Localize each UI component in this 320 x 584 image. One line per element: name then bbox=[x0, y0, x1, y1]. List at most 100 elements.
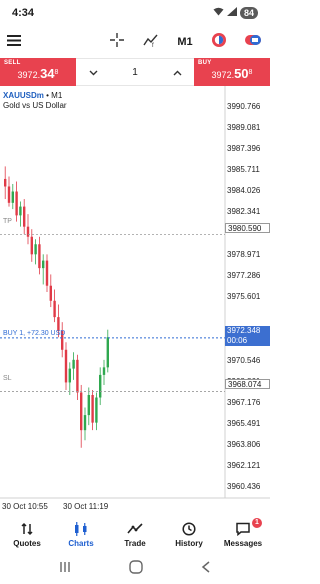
recent-apps-button[interactable] bbox=[59, 560, 71, 578]
one-click-trade-panel: SELL 3972.348 1 BUY 3972.508 bbox=[0, 58, 270, 86]
messages-icon bbox=[235, 521, 251, 537]
candle-body bbox=[19, 206, 22, 216]
sell-button[interactable]: SELL 3972.348 bbox=[0, 58, 76, 86]
price-axis-label: 3989.081 bbox=[227, 122, 261, 132]
signal-icon bbox=[226, 7, 237, 19]
sl-label: SL bbox=[3, 375, 12, 382]
nav-quotes[interactable]: Quotes bbox=[0, 516, 54, 552]
candle-body bbox=[80, 392, 83, 431]
candle-body bbox=[72, 359, 75, 369]
position-label: BUY 1, +72.30 USD bbox=[3, 330, 66, 337]
price-axis-label: 3987.396 bbox=[227, 143, 261, 153]
sell-label: SELL bbox=[4, 60, 21, 66]
buy-price: 3972.508 bbox=[211, 66, 253, 81]
candle-body bbox=[30, 236, 33, 255]
nav-history[interactable]: History bbox=[162, 516, 216, 552]
back-button[interactable] bbox=[201, 560, 211, 578]
crosshair-button[interactable] bbox=[100, 28, 134, 56]
candle-body bbox=[95, 397, 98, 423]
nav-trade-label: Trade bbox=[124, 538, 146, 548]
indicators-button[interactable]: f bbox=[134, 28, 168, 56]
candle-body bbox=[4, 178, 7, 187]
nav-messages[interactable]: 1 Messages bbox=[216, 516, 270, 552]
price-axis-label: 3977.286 bbox=[227, 270, 261, 280]
chart-description: Gold vs US Dollar bbox=[3, 101, 67, 110]
nav-messages-label: Messages bbox=[223, 538, 263, 548]
candle-body bbox=[106, 337, 109, 368]
chart-toolbar: f M1 bbox=[0, 28, 270, 56]
tp-label: TP bbox=[3, 218, 12, 225]
price-axis-label: 3962.121 bbox=[227, 461, 261, 471]
candle-body bbox=[76, 359, 79, 393]
candle-body bbox=[91, 395, 94, 423]
price-axis-label: 3975.601 bbox=[227, 292, 261, 301]
battery-badge: 84 bbox=[239, 7, 258, 19]
nav-charts[interactable]: Charts bbox=[54, 516, 108, 552]
volume-control: 1 bbox=[76, 58, 194, 86]
price-axis-label: 3967.176 bbox=[227, 397, 261, 407]
home-button[interactable] bbox=[129, 559, 143, 579]
quotes-icon bbox=[20, 521, 34, 537]
candle-body bbox=[45, 260, 49, 286]
candle-body bbox=[26, 226, 30, 237]
price-axis-label: 3990.766 bbox=[227, 101, 261, 111]
price-axis-label: 3963.806 bbox=[227, 440, 261, 450]
position-price-tag: 3972.348 bbox=[225, 326, 270, 336]
candle-body bbox=[102, 367, 106, 375]
crosshair-icon bbox=[110, 32, 124, 52]
buy-button[interactable]: BUY 3972.508 bbox=[194, 58, 270, 86]
price-chart[interactable]: XAUUSDm • M1 Gold vs US Dollar 3990.766 3… bbox=[0, 86, 270, 516]
candle-body bbox=[87, 395, 90, 416]
sell-price: 3972.348 bbox=[17, 66, 59, 81]
trade-icon bbox=[127, 521, 143, 537]
buy-label: BUY bbox=[198, 60, 212, 66]
trade-levels-button[interactable] bbox=[236, 28, 270, 56]
price-axis-label: 3982.341 bbox=[227, 207, 261, 217]
price-axis-label: 3978.971 bbox=[227, 249, 261, 259]
candle-body bbox=[15, 191, 18, 216]
candle-body bbox=[64, 349, 68, 383]
chart-symbol: XAUUSDm • M1 bbox=[3, 91, 63, 100]
indicator-icon: f bbox=[143, 33, 159, 52]
candle-body bbox=[83, 415, 87, 431]
nav-trade[interactable]: Trade bbox=[108, 516, 162, 552]
position-timer-tag: 00:06 bbox=[225, 336, 270, 346]
volume-input[interactable]: 1 bbox=[110, 67, 160, 78]
price-axis-label: 3970.546 bbox=[227, 355, 261, 365]
status-icons: 84 bbox=[213, 7, 258, 19]
bottom-navigation: Quotes Charts Trade History 1 Messages bbox=[0, 516, 270, 552]
status-bar: 4:34 84 bbox=[0, 0, 270, 26]
price-axis-label: 3965.491 bbox=[227, 419, 261, 428]
svg-text:f: f bbox=[152, 43, 154, 47]
charts-icon bbox=[73, 521, 89, 537]
candle-body bbox=[38, 244, 41, 269]
date-label-start: 30 Oct 10:55 bbox=[2, 502, 48, 511]
hamburger-icon bbox=[7, 33, 21, 51]
volume-increase-button[interactable] bbox=[160, 63, 194, 81]
price-axis-label: 3960.436 bbox=[227, 482, 261, 492]
menu-button[interactable] bbox=[0, 28, 28, 56]
chevron-down-icon bbox=[89, 63, 98, 81]
date-label-end: 30 Oct 11:19 bbox=[63, 502, 109, 511]
candle-body bbox=[57, 317, 60, 331]
candle-body bbox=[42, 260, 45, 269]
nav-history-label: History bbox=[175, 538, 203, 548]
one-click-icon bbox=[211, 32, 227, 53]
nav-quotes-label: Quotes bbox=[13, 538, 41, 548]
wifi-icon bbox=[213, 7, 224, 19]
one-click-trading-button[interactable] bbox=[202, 28, 236, 56]
messages-badge: 1 bbox=[252, 518, 262, 528]
price-axis-label: 3984.026 bbox=[227, 186, 261, 196]
nav-charts-label: Charts bbox=[68, 538, 94, 548]
candle-body bbox=[99, 374, 102, 398]
candle-body bbox=[7, 186, 11, 203]
candle-body bbox=[23, 206, 26, 227]
history-icon bbox=[182, 521, 196, 537]
timeframe-button[interactable]: M1 bbox=[168, 28, 202, 56]
tp-price-tag: 3980.590 bbox=[225, 223, 270, 233]
sl-price-tag: 3968.074 bbox=[225, 379, 270, 389]
status-time: 4:34 bbox=[12, 7, 35, 19]
trade-levels-icon bbox=[244, 33, 262, 52]
volume-decrease-button[interactable] bbox=[76, 63, 110, 81]
system-navigation-bar bbox=[0, 554, 270, 584]
